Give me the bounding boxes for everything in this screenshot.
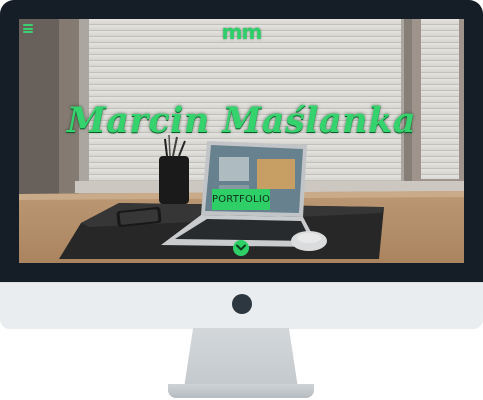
- monitor-stand: [184, 328, 298, 388]
- website-screen: mm Marcin Maślanka PORTFOLIO: [19, 19, 464, 263]
- site-logo[interactable]: mm: [19, 20, 464, 44]
- scroll-down-button[interactable]: [233, 240, 249, 256]
- portfolio-button[interactable]: PORTFOLIO: [212, 189, 270, 210]
- monitor-base: [168, 384, 314, 398]
- hero-title: Marcin Maślanka: [66, 100, 417, 141]
- chevron-down-icon: [236, 244, 246, 251]
- monitor-power-button: [232, 294, 252, 314]
